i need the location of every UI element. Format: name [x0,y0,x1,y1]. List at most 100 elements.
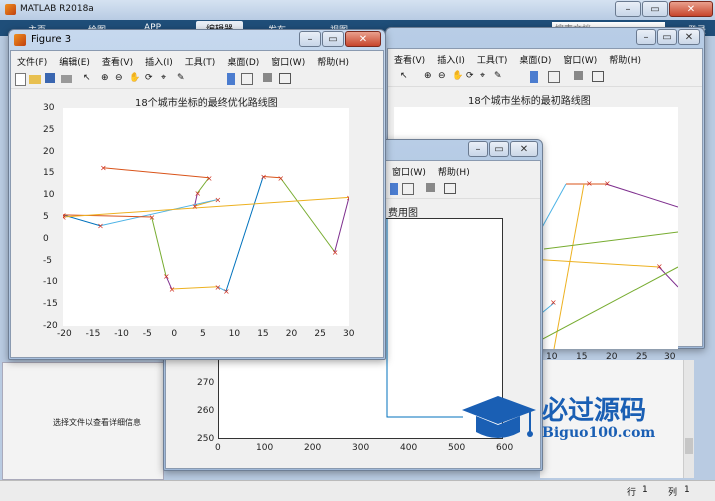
data-cursor-icon[interactable]: ⌖ [161,73,173,85]
brush-icon[interactable]: ✎ [494,71,506,83]
watermark: 必过源码 Biguo100.com [458,388,678,448]
route-segment [279,177,336,253]
edit-plot-icon[interactable]: ↖ [400,71,412,83]
new-figure-icon[interactable] [15,73,26,86]
city-marker: × [100,164,107,173]
menu-tools[interactable]: 工具(T) [179,55,222,68]
city-marker: × [346,193,349,202]
menu-view[interactable]: 查看(V) [388,53,431,66]
hide-plot-tools-icon[interactable] [574,71,583,80]
rotate-icon[interactable]: ⟳ [145,73,157,85]
pan-icon[interactable]: ✋ [452,71,464,83]
y-tick-label: -20 [43,321,58,331]
city-marker: × [332,248,339,257]
rotate-icon[interactable]: ⟳ [466,71,478,83]
close-button[interactable]: ✕ [345,31,381,47]
maximize-button[interactable]: ▭ [322,31,344,47]
colorbar-icon[interactable] [227,73,235,85]
final-route-svg: ××××××××××××××××× [63,164,349,296]
matlab-title: MATLAB R2018a [20,4,94,14]
menu-window[interactable]: 窗口(W) [557,53,603,66]
zoom-in-icon[interactable]: ⊕ [424,71,436,83]
route-segment [100,199,218,227]
minimize-button[interactable]: – [615,1,641,17]
scroll-thumb[interactable] [685,438,693,454]
y-tick-260: 260 [197,406,215,416]
hide-plot-tools-icon[interactable] [426,183,435,192]
menu-file[interactable]: 文件(F) [11,55,53,68]
y-tick-label: 25 [43,124,55,135]
city-marker: × [169,285,176,294]
route-segment [605,183,678,208]
menu-edit[interactable]: 编辑(E) [53,55,96,68]
graduation-cap-logo-icon [462,396,536,438]
matlab-titlebar: MATLAB R2018a – ▭ ✕ [0,0,715,20]
maximize-button[interactable]: ▭ [657,29,677,45]
y-tick-label: 20 [43,146,55,157]
city-marker: × [206,174,213,183]
show-plot-tools-icon[interactable] [592,71,604,82]
status-row-value: 1 [642,485,648,495]
print-icon[interactable] [61,75,72,83]
y-tick-label: 15 [43,168,55,179]
menu-desktop[interactable]: 桌面(D) [513,53,557,66]
city-marker: × [656,262,663,271]
figure-mid-toolbar [386,180,540,199]
menu-help[interactable]: 帮助(H) [603,53,647,66]
x-tick-label: -15 [85,329,101,339]
brush-icon[interactable]: ✎ [177,73,189,85]
menu-window[interactable]: 窗口(W) [265,55,311,68]
city-marker: × [194,189,201,198]
figure-back-controls: – ▭ ✕ [635,29,700,46]
menu-tools[interactable]: 工具(T) [471,53,514,66]
save-icon[interactable] [45,73,55,83]
maximize-button[interactable]: ▭ [489,141,509,157]
show-plot-tools-icon[interactable] [279,73,291,84]
open-file-icon[interactable] [29,75,41,84]
legend-icon[interactable] [402,183,414,195]
chart-title-final: 18个城市坐标的最终优化路线图 [135,98,278,109]
minimize-button[interactable]: – [299,31,321,47]
menu-help[interactable]: 帮助(H) [432,165,476,178]
menu-help[interactable]: 帮助(H) [311,55,355,68]
close-button[interactable]: ✕ [510,141,538,157]
show-plot-tools-icon[interactable] [444,183,456,194]
zoom-in-icon[interactable]: ⊕ [101,73,113,85]
figure3-window[interactable]: Figure 3 – ▭ ✕ 文件(F) 编辑(E) 查看(V) 插入(I) 工… [8,29,386,360]
minimize-button[interactable]: – [468,141,488,157]
route-segment [553,183,585,349]
matlab-window-controls: – ▭ ✕ [614,1,713,18]
colorbar-icon[interactable] [390,183,398,195]
colorbar-icon[interactable] [530,71,538,83]
data-cursor-icon[interactable]: ⌖ [480,71,492,83]
zoom-out-icon[interactable]: ⊖ [115,73,127,85]
route-segment [225,176,264,292]
chart-title-cost: 费用图 [388,208,418,219]
x-tick-30: 30 [664,352,676,362]
figure3-controls: – ▭ ✕ [298,31,381,48]
menu-insert[interactable]: 插入(I) [431,53,471,66]
legend-icon[interactable] [548,71,560,83]
y-tick-label: -15 [43,299,58,310]
close-button[interactable]: ✕ [669,1,713,17]
right-scrollbar[interactable] [683,360,694,478]
city-marker: × [192,202,199,211]
matlab-logo-icon [5,4,16,15]
menu-window[interactable]: 窗口(W) [386,165,432,178]
menu-insert[interactable]: 插入(I) [139,55,179,68]
menu-desktop[interactable]: 桌面(D) [221,55,265,68]
legend-icon[interactable] [241,73,253,85]
zoom-out-icon[interactable]: ⊖ [438,71,450,83]
route-segment [523,266,678,349]
hide-plot-tools-icon[interactable] [263,73,272,82]
x-tick-10: 10 [546,352,558,362]
figure3-toolbar: ↖ ⊕ ⊖ ✋ ⟳ ⌖ ✎ [11,70,383,89]
details-text: 选择文件以查看详细信息 [53,418,141,427]
minimize-button[interactable]: – [636,29,656,45]
pan-icon[interactable]: ✋ [129,73,141,85]
edit-plot-icon[interactable]: ↖ [83,73,95,85]
x-tick-400: 400 [400,443,418,453]
close-button[interactable]: ✕ [678,29,700,45]
maximize-button[interactable]: ▭ [642,1,668,17]
menu-view[interactable]: 查看(V) [96,55,139,68]
